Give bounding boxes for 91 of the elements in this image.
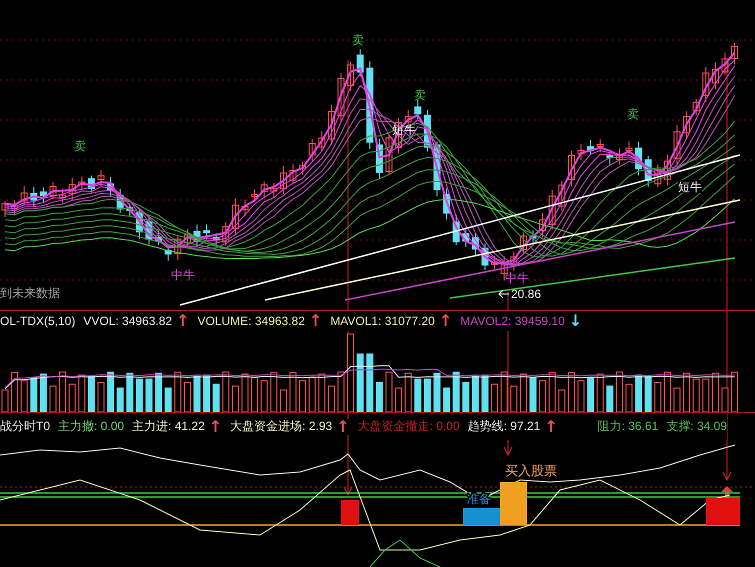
candlestick (59, 188, 66, 204)
candlestick (107, 176, 114, 198)
legend-value: 趋势线: 97.21 (468, 413, 540, 440)
candlestick (146, 214, 152, 246)
sell-signal-label: 卖 (414, 88, 426, 102)
buy-bar (500, 482, 527, 525)
candlestick (674, 124, 680, 166)
candlestick (328, 104, 335, 146)
candlestick (136, 208, 143, 240)
candlestick (635, 141, 642, 176)
candlestick (68, 177, 76, 201)
sell-signal-label: 卖 (352, 33, 364, 47)
candlestick (452, 214, 460, 246)
candlestick (626, 140, 632, 156)
candlestick (11, 200, 18, 215)
candlestick (587, 139, 594, 154)
candlestick (308, 138, 316, 162)
sell-bar (706, 498, 740, 525)
candlestick (174, 236, 182, 261)
candlestick (596, 138, 604, 153)
candlestick (548, 189, 556, 230)
candlestick (578, 143, 584, 161)
candlestick (2, 200, 8, 218)
candlestick (683, 110, 690, 138)
candlestick (338, 72, 344, 123)
pointer-arrow-icon (498, 290, 510, 298)
mid-bull-label: 中牛 (171, 268, 195, 282)
candlestick (126, 202, 134, 217)
candlestick (184, 228, 191, 248)
candlestick (664, 154, 671, 186)
candlestick (318, 131, 326, 152)
low-price-label: 20.86 (511, 287, 542, 301)
future-data-note: 到未来数据 (0, 286, 60, 300)
candlestick (356, 48, 364, 77)
candlestick (712, 62, 719, 90)
candlestick (530, 230, 536, 244)
candlestick (606, 152, 614, 166)
candlestick (347, 61, 354, 92)
candlestick (443, 188, 450, 220)
candlestick (414, 100, 422, 120)
candlestick (232, 198, 239, 236)
candlestick (722, 52, 728, 76)
candlestick (260, 181, 268, 198)
candlestick (203, 224, 210, 240)
candlestick (472, 233, 479, 256)
candlestick (299, 161, 306, 176)
candlestick (558, 180, 566, 212)
candlestick (30, 186, 38, 208)
candlestick (251, 188, 258, 201)
candlestick (616, 148, 623, 165)
mid-bull-label: 中牛 (505, 271, 529, 285)
candlestick (702, 66, 710, 103)
legend-value: MAVOL2: 39459.10 (460, 311, 565, 331)
candlestick (482, 242, 488, 271)
up-arrow-icon (721, 486, 733, 498)
legend-value: 支撑: 34.09 (666, 413, 727, 440)
candlestick (654, 164, 662, 188)
candlestick (212, 232, 220, 246)
candlestick (50, 182, 56, 200)
candlestick (692, 98, 700, 116)
sell-bar (341, 500, 359, 525)
candlestick (222, 222, 230, 247)
candlestick (280, 166, 287, 194)
buy-signal-label: 买入股票 (505, 464, 557, 479)
candlestick (376, 138, 383, 180)
candlestick (644, 155, 652, 188)
candlestick (98, 170, 104, 187)
candlestick (539, 212, 546, 238)
candlestick (491, 255, 498, 270)
candlestick (462, 226, 470, 248)
candlestick (78, 176, 86, 191)
candlestick (40, 187, 47, 203)
candlestick (568, 150, 575, 187)
candlestick (510, 251, 518, 271)
candlestick (520, 232, 527, 254)
candlestick (155, 230, 162, 246)
candlestick (194, 224, 200, 248)
candlestick (290, 164, 296, 185)
candlestick (270, 182, 278, 199)
sell-signal-label: 卖 (74, 139, 86, 153)
candlestick (731, 42, 738, 66)
candlestick (88, 175, 95, 193)
candlestick (116, 188, 124, 214)
short-bull-label: 短牛 (678, 180, 702, 194)
ready-bar (463, 508, 500, 525)
candlestick (20, 186, 28, 206)
candlestick (242, 199, 248, 217)
candlestick (424, 109, 431, 152)
candlestick (386, 133, 392, 176)
sell-signal-label: 卖 (627, 107, 639, 121)
legend-value: MAVOL1: 31077.20 (330, 311, 435, 331)
